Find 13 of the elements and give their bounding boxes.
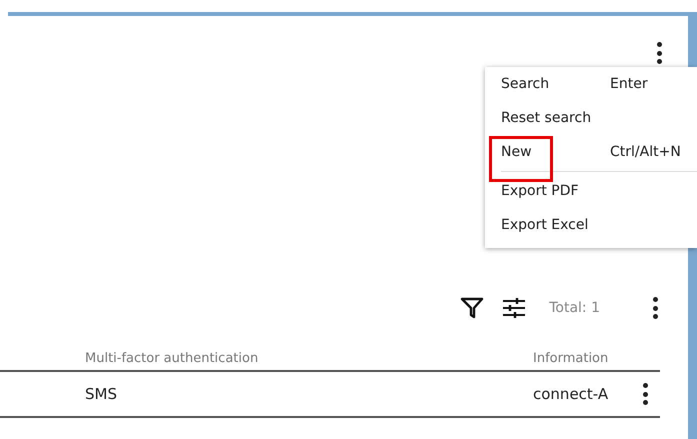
row-options-button[interactable] xyxy=(640,383,650,405)
filter-icon[interactable] xyxy=(459,295,486,321)
menu-item[interactable]: Search Enter xyxy=(485,67,697,101)
menu-item[interactable]: New Ctrl/Alt+N xyxy=(485,135,697,169)
column-header: Information xyxy=(533,350,608,366)
table-cell: connect-A xyxy=(533,384,608,403)
table-cell: SMS xyxy=(85,384,117,403)
total-count: Total: 1 xyxy=(549,298,600,318)
menu-item[interactable]: Export Excel xyxy=(485,208,697,242)
sliders-icon[interactable] xyxy=(501,295,528,321)
menu-item[interactable]: Reset search xyxy=(485,101,697,135)
column-header: Multi-factor authentication xyxy=(85,350,258,366)
menu-item[interactable]: Export PDF xyxy=(485,174,697,208)
